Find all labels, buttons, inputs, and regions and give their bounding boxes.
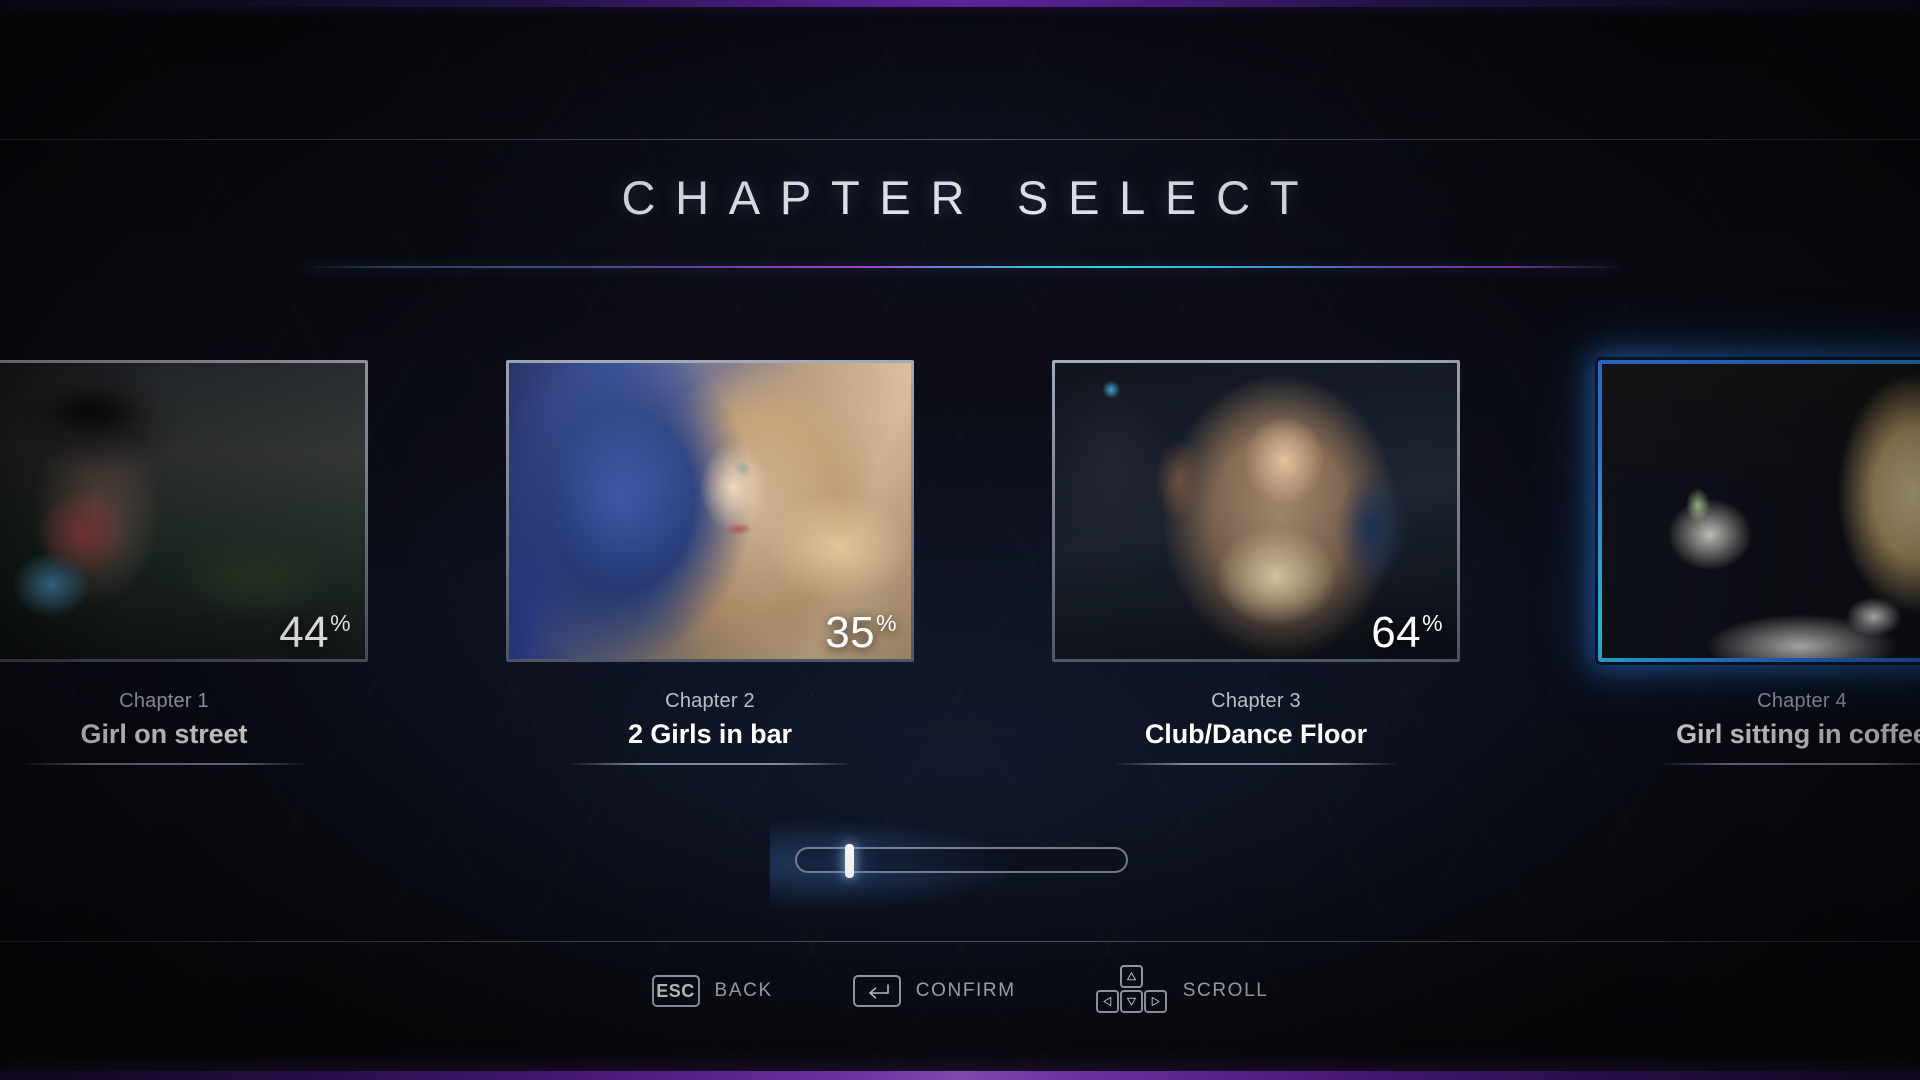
chapter-caption: Chapter 1 Girl on street xyxy=(0,690,368,765)
chapter-card-frame: 64% xyxy=(1052,360,1460,662)
completion-percent-value: 64 xyxy=(1371,608,1422,657)
chapter-caption-underline xyxy=(1116,763,1396,765)
control-hint-label: CONFIRM xyxy=(915,980,1016,1001)
chapter-card-2[interactable]: 35% Chapter 2 2 Girls in bar xyxy=(506,360,914,765)
chapter-title-label: Club/Dance Floor xyxy=(1144,719,1368,749)
chapter-4-thumbnail[interactable] xyxy=(1602,364,1920,658)
chapter-2-thumbnail[interactable]: 35% xyxy=(509,363,911,659)
chapter-card-3[interactable]: 64% Chapter 3 Club/Dance Floor xyxy=(1052,360,1460,765)
control-hints-bar: ESC BACK CONFIRM SCROLL xyxy=(0,960,1920,1022)
chapter-card-frame: 44% xyxy=(0,360,368,662)
arrow-left-key-icon[interactable] xyxy=(1095,990,1119,1013)
chapter-number-label: Chapter 4 xyxy=(1757,690,1847,712)
chapter-title-label: Girl sitting in coffee xyxy=(1676,719,1920,749)
arrow-up-key-icon[interactable] xyxy=(1119,965,1143,988)
percent-symbol: % xyxy=(1422,610,1443,637)
chapter-card-1[interactable]: 44% Chapter 1 Girl on street xyxy=(0,360,368,765)
title-gradient-divider xyxy=(300,266,1620,268)
control-hint-scroll: SCROLL xyxy=(1095,965,1269,1017)
control-hint-confirm: CONFIRM xyxy=(852,975,1016,1007)
carousel-scrollbar[interactable] xyxy=(0,819,1920,911)
chapter-caption-underline xyxy=(570,763,850,765)
completion-percent-value: 44 xyxy=(279,608,330,657)
header-divider-rule xyxy=(0,139,1920,140)
completion-percent-badge: 35% xyxy=(825,611,897,655)
chapter-card-selection-border xyxy=(1598,360,1920,662)
chapter-carousel[interactable]: 44% Chapter 1 Girl on street 35% Chapter 2 2 … xyxy=(0,360,1920,780)
chapter-number-label: Chapter 3 xyxy=(1211,690,1301,712)
top-accent-bar xyxy=(0,0,1920,7)
chapter-card-4[interactable]: Chapter 4 Girl sitting in coffee xyxy=(1598,360,1920,765)
control-hint-back: ESC BACK xyxy=(651,975,773,1007)
chapter-number-label: Chapter 2 xyxy=(665,690,755,712)
chapter-1-thumbnail[interactable]: 44% xyxy=(0,363,365,659)
chapter-caption-underline xyxy=(24,763,304,765)
percent-symbol: % xyxy=(330,610,351,637)
footer-divider-rule xyxy=(0,941,1920,942)
chapter-caption: Chapter 4 Girl sitting in coffee xyxy=(1598,690,1920,765)
arrow-right-key-icon[interactable] xyxy=(1143,990,1167,1013)
thumbnail-detail-layer xyxy=(1602,364,1920,658)
chapter-thumbnail-image xyxy=(1602,364,1920,658)
control-hint-label: BACK xyxy=(714,980,773,1001)
title-block: CHAPTER SELECT xyxy=(0,170,1920,268)
chapter-select-screen: CHAPTER SELECT 44% Chapter 1 Girl on stree… xyxy=(0,0,1920,1080)
percent-symbol: % xyxy=(876,610,897,637)
chapter-3-thumbnail[interactable]: 64% xyxy=(1055,363,1457,659)
scrollbar-thumb[interactable] xyxy=(845,844,854,878)
chapter-caption: Chapter 3 Club/Dance Floor xyxy=(1052,690,1460,765)
completion-percent-value: 35 xyxy=(825,608,876,657)
arrow-keys-icon-cluster[interactable] xyxy=(1095,965,1168,1017)
chapter-title-label: 2 Girls in bar xyxy=(628,719,792,749)
esc-key-icon[interactable]: ESC xyxy=(651,975,700,1007)
chapter-number-label: Chapter 1 xyxy=(119,690,209,712)
enter-key-icon[interactable] xyxy=(852,975,901,1007)
chapter-caption-underline xyxy=(1662,763,1920,765)
arrow-down-key-icon[interactable] xyxy=(1119,990,1143,1013)
chapter-caption: Chapter 2 2 Girls in bar xyxy=(506,690,914,765)
completion-percent-badge: 44% xyxy=(279,611,351,655)
page-title: CHAPTER SELECT xyxy=(621,171,1319,224)
chapter-card-frame: 35% xyxy=(506,360,914,662)
chapter-title-label: Girl on street xyxy=(80,719,248,749)
control-hint-label: SCROLL xyxy=(1182,980,1269,1001)
completion-percent-badge: 64% xyxy=(1371,611,1443,655)
scrollbar-track[interactable] xyxy=(795,844,1128,878)
bottom-accent-bar xyxy=(0,1071,1920,1080)
